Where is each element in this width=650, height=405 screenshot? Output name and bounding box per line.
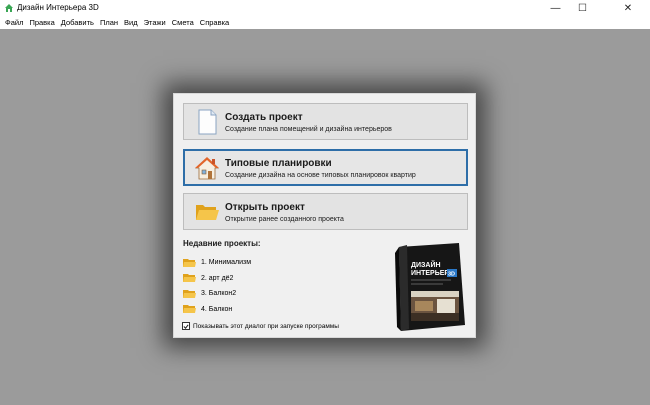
checkmark-icon bbox=[183, 323, 189, 329]
create-project-subtitle: Создание плана помещений и дизайна интер… bbox=[225, 126, 392, 133]
menu-file[interactable]: Файл bbox=[2, 16, 26, 29]
menu-bar: Файл Правка Добавить План Вид Этажи Смет… bbox=[0, 16, 650, 29]
start-dialog: Создать проект Создание плана помещений … bbox=[173, 93, 476, 338]
app-logo-icon bbox=[5, 4, 13, 12]
open-project-button[interactable]: Открыть проект Открытие ранее созданного… bbox=[183, 193, 468, 230]
recent-project-label: 2. арт дё2 bbox=[201, 274, 234, 282]
menu-plan[interactable]: План bbox=[97, 16, 121, 29]
recent-project-label: 4. Балкон bbox=[201, 305, 233, 313]
recent-projects-list: 1. Минимализм 2. арт дё2 3. Балкон2 4. Б… bbox=[183, 255, 383, 317]
show-on-startup-row: Показывать этот диалог при запуске прогр… bbox=[182, 322, 339, 330]
recent-projects-heading: Недавние проекты: bbox=[183, 239, 261, 248]
typical-layouts-button[interactable]: Типовые планировки Создание дизайна на о… bbox=[183, 149, 468, 186]
open-project-subtitle: Открытие ранее созданного проекта bbox=[225, 216, 344, 223]
folder-icon bbox=[183, 258, 196, 267]
maximize-button[interactable]: ☐ bbox=[569, 0, 596, 16]
menu-help[interactable]: Справка bbox=[197, 16, 232, 29]
recent-project-item[interactable]: 2. арт дё2 bbox=[183, 271, 383, 287]
menu-floors[interactable]: Этажи bbox=[141, 16, 169, 29]
close-button[interactable]: ✕ bbox=[606, 0, 650, 16]
folder-icon bbox=[183, 305, 196, 314]
typical-layouts-subtitle: Создание дизайна на основе типовых плани… bbox=[225, 172, 416, 179]
menu-view[interactable]: Вид bbox=[121, 16, 141, 29]
product-box-title-line1: ДИЗАЙН bbox=[411, 260, 441, 269]
recent-project-item[interactable]: 3. Балкон2 bbox=[183, 286, 383, 302]
open-folder-icon bbox=[196, 205, 219, 220]
show-on-startup-checkbox[interactable] bbox=[182, 322, 190, 330]
product-box-image: ДИЗАЙН ИНТЕРЬЕРА 3D bbox=[395, 243, 465, 331]
menu-edit[interactable]: Правка bbox=[26, 16, 57, 29]
recent-project-label: 1. Минимализм bbox=[201, 259, 252, 267]
title-bar: Дизайн Интерьера 3D — ☐ ✕ bbox=[0, 0, 650, 16]
minimize-button[interactable]: — bbox=[542, 0, 569, 16]
folder-icon bbox=[183, 274, 196, 283]
create-project-button[interactable]: Создать проект Создание плана помещений … bbox=[183, 103, 468, 140]
house-icon bbox=[194, 157, 220, 180]
window-title: Дизайн Интерьера 3D bbox=[17, 3, 99, 12]
open-project-title: Открыть проект bbox=[225, 202, 305, 213]
menu-estimate[interactable]: Смета bbox=[169, 16, 197, 29]
recent-project-item[interactable]: 4. Балкон bbox=[183, 302, 383, 318]
recent-project-item[interactable]: 1. Минимализм bbox=[183, 255, 383, 271]
recent-project-label: 3. Балкон2 bbox=[201, 290, 237, 298]
show-on-startup-label: Показывать этот диалог при запуске прогр… bbox=[193, 322, 339, 330]
product-box-badge: 3D bbox=[448, 272, 455, 278]
folder-icon bbox=[183, 289, 196, 298]
create-project-title: Создать проект bbox=[225, 112, 303, 123]
typical-layouts-title: Типовые планировки bbox=[225, 158, 332, 169]
blank-document-icon bbox=[198, 109, 217, 135]
menu-add[interactable]: Добавить bbox=[58, 16, 97, 29]
